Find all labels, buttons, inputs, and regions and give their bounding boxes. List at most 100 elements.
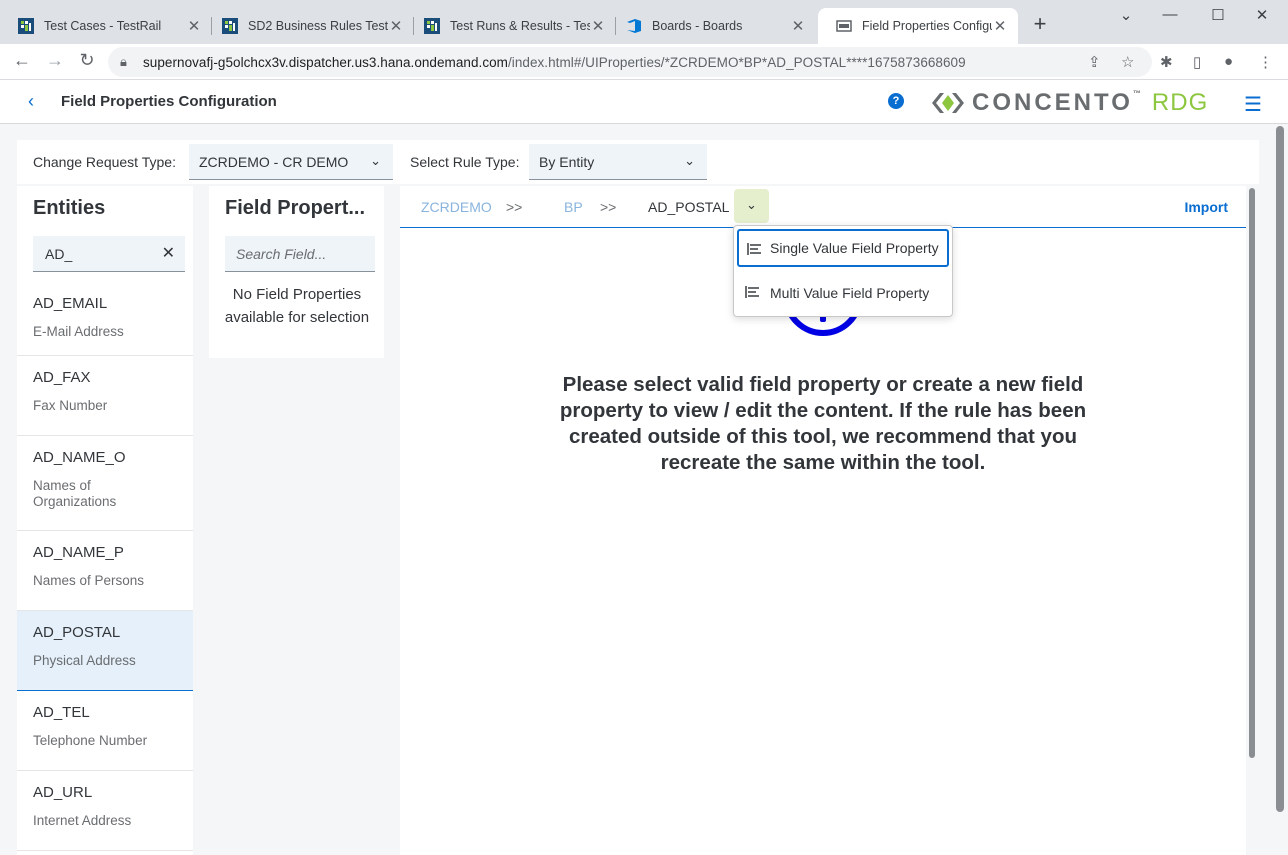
url-text: supernovafj-g5olchcx3v.dispatcher.us3.ha… (143, 55, 966, 70)
field-search-input[interactable] (225, 236, 375, 271)
share-icon[interactable]: ⇪ (1088, 53, 1101, 71)
clear-search-icon[interactable]: ✕ (162, 243, 175, 263)
entity-desc: Names of Organizations (33, 478, 117, 509)
entity-code: AD_POSTAL (33, 624, 121, 641)
lock-icon: 🔒︎ (120, 54, 127, 69)
filter-bar: Change Request Type: ZCRDEMO - CR DEMO ⌄… (17, 140, 1259, 184)
rule-type-label: Select Rule Type: (410, 154, 520, 170)
testrail-icon (18, 18, 34, 34)
cr-type-select[interactable]: ZCRDEMO - CR DEMO ⌄ (189, 144, 393, 180)
browser-tab[interactable]: Boards - Boards ✕ (608, 8, 816, 44)
logo-wordmark: CONCENTO™ (972, 89, 1144, 116)
entity-list: AD_EMAIL E-Mail Address AD_FAX Fax Numbe… (17, 282, 193, 851)
tab-search-icon[interactable]: ⌄ (1116, 6, 1136, 24)
entity-list-item[interactable]: AD_FAX Fax Number (17, 356, 193, 436)
menu-item-label: Multi Value Field Property (770, 285, 930, 301)
entity-code: AD_FAX (33, 369, 91, 386)
close-tab-icon[interactable]: ✕ (790, 17, 806, 35)
breadcrumb-separator: >> (600, 199, 617, 215)
azure-boards-icon (627, 19, 641, 33)
cr-type-value: ZCRDEMO - CR DEMO (199, 154, 349, 170)
extensions-icon[interactable]: ✱ (1160, 53, 1173, 71)
page-title: Field Properties Configuration (61, 93, 277, 110)
reload-icon[interactable]: ↻ (76, 50, 98, 71)
browser-tab-bar: Test Cases - TestRail ✕ SD2 Business Rul… (0, 0, 1288, 44)
browser-tab-active[interactable]: Field Properties Configura ✕ (818, 8, 1018, 44)
main-scrollbar[interactable] (1249, 188, 1255, 758)
maximize-icon[interactable]: ☐ (1208, 6, 1228, 24)
entity-list-item-selected[interactable]: AD_POSTAL Physical Address (17, 611, 193, 691)
entity-desc: Names of Persons (33, 573, 145, 588)
breadcrumb-object-link[interactable]: BP (564, 199, 583, 215)
hamburger-menu-icon[interactable]: ☰ (1244, 92, 1262, 117)
field-properties-panel: Field Propert... No Field Properties ava… (209, 186, 384, 358)
testrail-icon (424, 18, 440, 34)
browser-toolbar: ← → ↻ 🔒︎ supernovafj-g5olchcx3v.dispatch… (0, 44, 1288, 80)
entity-code: AD_NAME_O (33, 449, 126, 466)
field-property-type-menu: Single Value Field Property Multi Value … (733, 225, 953, 317)
browser-tab[interactable]: Test Cases - TestRail ✕ (0, 8, 212, 44)
entity-list-item[interactable]: AD_URL Internet Address (17, 771, 193, 851)
chevron-down-icon: ⌄ (370, 153, 381, 168)
browser-tab[interactable]: SD2 Business Rules Tests - ✕ (204, 8, 414, 44)
entity-desc: E-Mail Address (33, 324, 124, 339)
profile-avatar-icon[interactable]: ● (1224, 53, 1233, 70)
address-bar[interactable]: 🔒︎ supernovafj-g5olchcx3v.dispatcher.us3… (108, 47, 1152, 77)
field-properties-title: Field Propert... (225, 197, 366, 219)
select-field-property-message: Please select valid field property or cr… (559, 373, 1087, 474)
breadcrumb-dropdown-button[interactable]: ⌄ (734, 189, 769, 223)
entity-desc: Physical Address (33, 653, 136, 668)
entities-panel: Entities AD_ ✕ AD_EMAIL E-Mail Address A… (17, 186, 193, 855)
chevron-down-icon: ⌄ (684, 153, 695, 168)
back-arrow-icon[interactable]: ← (11, 50, 33, 71)
entity-code: AD_NAME_P (33, 544, 124, 561)
entity-search-value: AD_ (45, 246, 73, 262)
minimize-icon[interactable]: — (1160, 6, 1180, 23)
breadcrumb-separator: >> (506, 199, 523, 215)
menu-item-multi-value[interactable]: Multi Value Field Property (737, 274, 949, 312)
entity-desc: Telephone Number (33, 733, 148, 748)
breadcrumb: ZCRDEMO >> BP >> AD_POSTAL ⌄ Import (400, 186, 1246, 228)
back-chevron-icon[interactable]: ‹ (28, 91, 34, 112)
entity-code: AD_EMAIL (33, 295, 108, 312)
tab-title: Field Properties Configura (862, 19, 992, 33)
entity-list-item[interactable]: AD_TEL Telephone Number (17, 691, 193, 771)
help-icon[interactable]: ? (888, 93, 904, 109)
close-tab-icon[interactable]: ✕ (186, 17, 202, 35)
side-panel-icon[interactable]: ▯ (1193, 53, 1201, 71)
import-button[interactable]: Import (1184, 199, 1228, 215)
tab-title: Boards - Boards (652, 19, 743, 33)
rule-type-select[interactable]: By Entity ⌄ (529, 144, 707, 180)
new-tab-button[interactable]: + (1029, 13, 1051, 35)
page-scrollbar[interactable] (1276, 126, 1284, 812)
entity-list-item[interactable]: AD_NAME_P Names of Persons (17, 531, 193, 611)
entity-list-item[interactable]: AD_NAME_O Names of Organizations (17, 436, 193, 531)
close-tab-icon[interactable]: ✕ (590, 17, 606, 35)
testrail-icon (222, 18, 238, 34)
close-tab-icon[interactable]: ✕ (388, 17, 404, 35)
breadcrumb-cr-link[interactable]: ZCRDEMO (421, 199, 492, 215)
forward-arrow-icon[interactable]: → (44, 50, 66, 71)
entity-search-input[interactable]: AD_ ✕ (33, 236, 185, 272)
concento-logo-mark-icon (932, 93, 964, 113)
entity-code: AD_TEL (33, 704, 90, 721)
entity-desc: Fax Number (33, 398, 108, 413)
cr-type-label: Change Request Type: (33, 154, 176, 170)
tab-title: Test Runs & Results - Testi (450, 19, 590, 33)
concento-logo: CONCENTO™ RDG (930, 89, 1208, 116)
list-icon (745, 286, 759, 298)
close-window-icon[interactable]: ✕ (1252, 6, 1272, 24)
menu-item-single-value[interactable]: Single Value Field Property (737, 229, 949, 267)
chevron-down-icon: ⌄ (746, 197, 757, 212)
browser-tab[interactable]: Test Runs & Results - Testi ✕ (406, 8, 616, 44)
list-icon (747, 243, 761, 255)
close-tab-icon[interactable]: ✕ (992, 17, 1008, 35)
browser-menu-icon[interactable]: ⋮ (1258, 53, 1273, 71)
bookmark-star-icon[interactable]: ☆ (1121, 53, 1134, 71)
sap-page-icon (836, 20, 852, 32)
entity-code: AD_URL (33, 784, 93, 801)
tab-title: Test Cases - TestRail (44, 19, 162, 33)
entity-desc: Internet Address (33, 813, 132, 828)
entity-list-item[interactable]: AD_EMAIL E-Mail Address (17, 282, 193, 356)
tab-title: SD2 Business Rules Tests - (248, 19, 388, 33)
